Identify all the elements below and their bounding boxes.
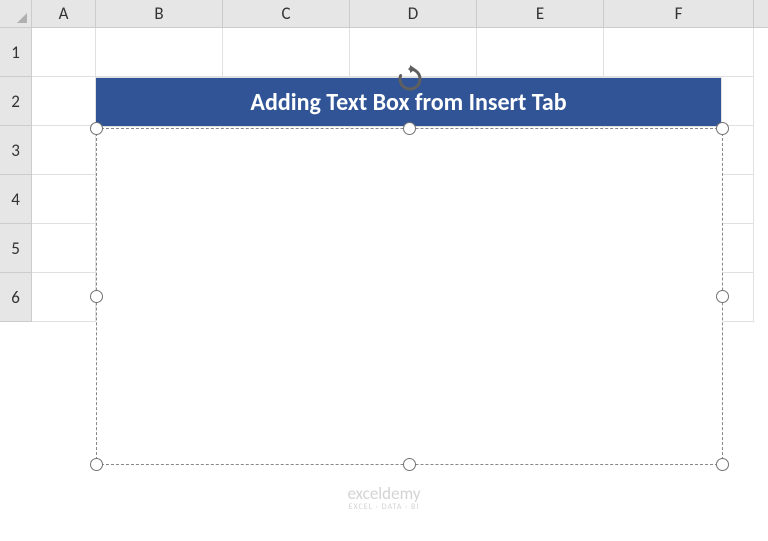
column-header-row: A B C D E F: [32, 0, 768, 28]
resize-handle-e[interactable]: [716, 290, 729, 303]
row-header-2[interactable]: 2: [0, 77, 31, 126]
resize-handle-n[interactable]: [403, 122, 416, 135]
row-header-5[interactable]: 5: [0, 224, 31, 273]
select-all-corner[interactable]: [0, 0, 32, 28]
col-header-d[interactable]: D: [350, 0, 477, 27]
spreadsheet-view: A B C D E F 1 2 3 4 5 6 Adding Text Box …: [0, 0, 768, 541]
rotate-handle-icon[interactable]: [394, 63, 426, 95]
row-header-3[interactable]: 3: [0, 126, 31, 175]
row-header-4[interactable]: 4: [0, 175, 31, 224]
row-header-6[interactable]: 6: [0, 273, 31, 322]
col-header-c[interactable]: C: [223, 0, 350, 27]
col-header-b[interactable]: B: [96, 0, 223, 27]
resize-handle-s[interactable]: [403, 458, 416, 471]
resize-handle-nw[interactable]: [90, 122, 103, 135]
col-header-a[interactable]: A: [32, 0, 96, 27]
resize-handle-sw[interactable]: [90, 458, 103, 471]
resize-handle-se[interactable]: [716, 458, 729, 471]
text-box-shape[interactable]: [96, 128, 723, 465]
resize-handle-w[interactable]: [90, 290, 103, 303]
row-header-1[interactable]: 1: [0, 28, 31, 77]
row-header-col: 1 2 3 4 5 6: [0, 28, 32, 322]
resize-handle-ne[interactable]: [716, 122, 729, 135]
col-header-e[interactable]: E: [477, 0, 604, 27]
col-header-f[interactable]: F: [604, 0, 754, 27]
